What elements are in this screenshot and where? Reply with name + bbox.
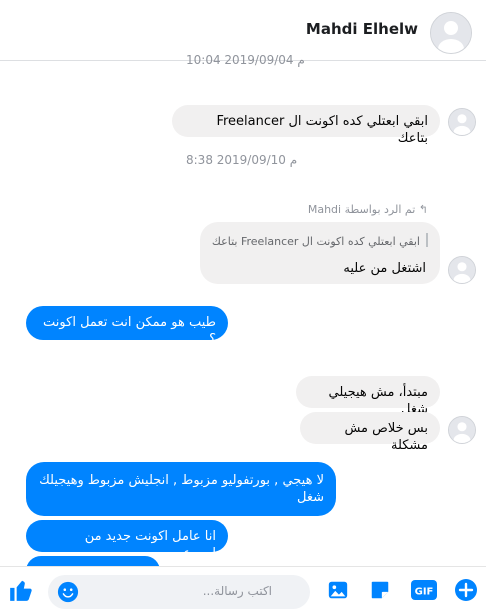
conversation-header: Mahdi Elhelw (0, 0, 486, 61)
sender-avatar (448, 108, 476, 136)
message-composer: اكتب رسالة... GIF (0, 566, 486, 615)
message-input[interactable]: اكتب رسالة... (48, 575, 310, 609)
gif-icon[interactable]: GIF (410, 579, 438, 601)
timestamp: 10:04 2019/09/04 م (186, 53, 305, 67)
svg-text:GIF: GIF (415, 587, 434, 598)
avatar-placeholder-icon (449, 257, 475, 283)
reply-note-text: تم الرد بواسطة Mahdi (307, 203, 416, 216)
emoji-icon[interactable] (57, 581, 79, 603)
reply-text: اشتغل من عليه (343, 261, 426, 276)
reply-message-bubble[interactable]: ابقي ابعتلي كده اكونت ال Freelancer بتاع… (200, 222, 440, 284)
contact-avatar[interactable] (430, 12, 472, 54)
outgoing-message[interactable]: طيب هو ممكن انت تعمل اكونت ؟ (26, 306, 228, 347)
avatar-placeholder-icon (449, 417, 475, 443)
outgoing-message[interactable]: لا هيجي , بورتفوليو مزبوط , انجليش مزبوط… (26, 462, 336, 516)
sticker-icon[interactable] (369, 579, 391, 601)
avatar-placeholder-icon (431, 13, 471, 53)
sender-avatar (448, 256, 476, 284)
reply-arrow-icon: ↰ (415, 203, 428, 216)
timestamp: 8:38 2019/09/10 م (186, 153, 298, 167)
incoming-message[interactable]: ابقي ابعتلي كده اكونت ال Freelancer بتاع… (172, 105, 440, 146)
quote-bar (426, 233, 428, 247)
plus-icon[interactable] (454, 578, 478, 602)
sender-avatar (448, 416, 476, 444)
incoming-message[interactable]: مبتدأ، مش هيجيلي شغل (296, 376, 440, 417)
contact-name[interactable]: Mahdi Elhelw (306, 20, 418, 38)
outgoing-message[interactable]: انا عامل اكونت جديد من اسبوعين (26, 520, 228, 561)
reply-note: ↰ تم الرد بواسطة Mahdi (308, 203, 428, 216)
avatar-placeholder-icon (449, 109, 475, 135)
quoted-text: ابقي ابعتلي كده اكونت ال Freelancer بتاع… (211, 235, 420, 248)
incoming-message[interactable]: بس خلاص مش مشكلة (300, 412, 440, 453)
image-icon[interactable] (327, 579, 349, 601)
message-input-placeholder: اكتب رسالة... (202, 584, 272, 598)
like-icon[interactable] (8, 577, 34, 603)
